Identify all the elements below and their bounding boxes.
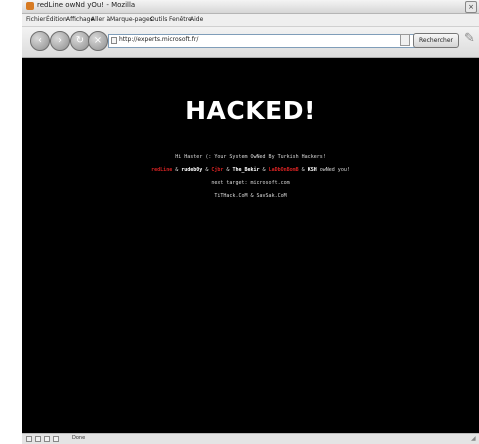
menu-help[interactable]: Aide (190, 16, 203, 23)
credits-segment: rudeb0y (181, 167, 203, 173)
menu-bookmarks[interactable]: Marque-pages (110, 16, 153, 23)
forward-button[interactable]: › (50, 31, 70, 51)
reload-button[interactable]: ↻ (70, 31, 90, 51)
navigation-toolbar: ‹ › ↻ × http://experts.microsoft.fr/ Rec… (22, 27, 479, 58)
resize-grip-icon[interactable]: ◢ (471, 436, 477, 442)
url-text: http://experts.microsoft.fr/ (119, 36, 199, 43)
menu-bar: Fichier Édition Affichage Aller à Marque… (22, 14, 479, 27)
page-content: HACKED! Hi Haster (: Your System OwNed B… (22, 58, 479, 433)
message-line-3: next target: microsoft.com (211, 180, 290, 186)
status-icon-2[interactable] (35, 436, 41, 442)
title-bar: redLine owNd yOu! - Mozilla × (22, 0, 479, 14)
menu-file[interactable]: Fichier (26, 16, 46, 23)
credits-segment: & (298, 167, 308, 173)
throbber-icon: ✎ (464, 31, 475, 46)
mozilla-app-icon (26, 2, 34, 10)
status-bar: Done ◢ (22, 433, 479, 444)
url-input[interactable]: http://experts.microsoft.fr/ (108, 34, 430, 48)
credits-segment: owNed you! (316, 167, 350, 173)
credits-segment: & (172, 167, 182, 173)
credits-segment: Cjbr (211, 167, 224, 173)
back-button[interactable]: ‹ (30, 31, 50, 51)
credits-segment: LaDbOnBomB (268, 167, 299, 173)
menu-edit[interactable]: Édition (46, 16, 67, 23)
menu-window[interactable]: Fenêtre (169, 16, 192, 23)
status-icon-4[interactable] (53, 436, 59, 442)
status-text: Done (72, 435, 86, 441)
search-button[interactable]: Rechercher (413, 33, 459, 48)
credits-segment: & (202, 167, 212, 173)
page-headline: HACKED! (185, 96, 316, 125)
browser-window: redLine owNd yOu! - Mozilla × Fichier Éd… (22, 0, 479, 444)
menu-tools[interactable]: Outils (150, 16, 167, 23)
credits-segment: & (259, 167, 269, 173)
message-line-1: Hi Haster (: Your System OwNed By Turkis… (175, 154, 326, 160)
status-icon-3[interactable] (44, 436, 50, 442)
menu-go[interactable]: Aller à (91, 16, 110, 23)
menu-view[interactable]: Affichage (66, 16, 94, 23)
credits-segment: The_Bekir (232, 167, 260, 173)
credits-segment: redLine (151, 167, 173, 173)
go-icon[interactable] (400, 34, 410, 46)
message-line-4: TiTHack.CoM & SavSak.CoM (214, 193, 287, 199)
page-icon (111, 37, 117, 44)
status-icon-1[interactable] (26, 436, 32, 442)
credits-segment: KSH (307, 167, 317, 173)
close-window-button[interactable]: × (465, 1, 477, 13)
credits-line: redLine & rudeb0y & Cjbr & The_Bekir & L… (22, 167, 479, 173)
window-title: redLine owNd yOu! - Mozilla (37, 1, 136, 9)
stop-button[interactable]: × (88, 31, 108, 51)
